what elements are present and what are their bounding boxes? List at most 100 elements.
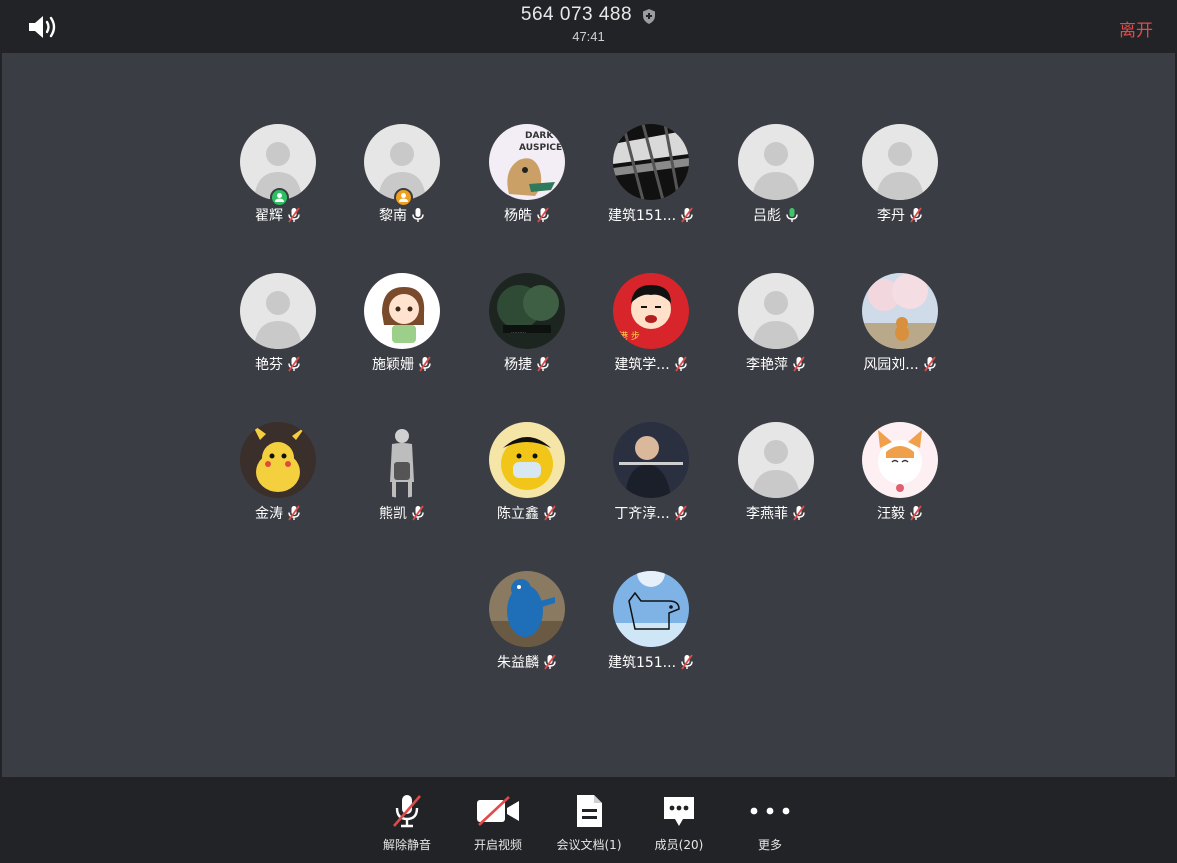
participant-tile[interactable]: 施颖姗: [342, 273, 462, 403]
toolbar-label: 解除静音: [382, 838, 431, 852]
mic-muted-icon: [792, 505, 806, 521]
avatar[interactable]: [613, 571, 689, 647]
participants-grid: 翟辉 黎南 DARK AUSPICE 杨皓 建筑151... 吕彪 李丹 艳芬 施颖…: [2, 53, 1175, 777]
mic-muted-icon: [543, 654, 557, 670]
avatar[interactable]: [364, 422, 440, 498]
participant-name: 杨捷: [504, 357, 532, 373]
avatar[interactable]: [738, 124, 814, 200]
avatar[interactable]: 港 步: [613, 273, 689, 349]
avatar[interactable]: [613, 124, 689, 200]
participant-name: 丁齐淳...: [614, 506, 670, 522]
avatar[interactable]: [862, 422, 938, 498]
mic-muted-icon: [287, 505, 301, 521]
avatar[interactable]: [862, 273, 938, 349]
more-button[interactable]: 更多: [725, 792, 815, 853]
participant-name: 陈立鑫: [497, 506, 539, 522]
participant-tile[interactable]: 汪毅: [840, 422, 960, 552]
participant-name: 李艳萍: [746, 357, 788, 373]
meeting-id[interactable]: 564 073 488: [521, 4, 632, 26]
avatar[interactable]: [738, 422, 814, 498]
leave-button[interactable]: 离开: [1119, 16, 1153, 41]
top-bar: 564 073 488 47:41 离开: [0, 0, 1177, 53]
participant-name: 吕彪: [753, 208, 781, 224]
participant-tile[interactable]: 陈立鑫: [467, 422, 587, 552]
participant-tile[interactable]: 风园刘...: [840, 273, 960, 403]
participant-tile[interactable]: 朱益麟: [467, 571, 587, 701]
avatar[interactable]: [240, 422, 316, 498]
mic-speaking-icon: [785, 207, 799, 223]
mic-muted-icon: [418, 356, 432, 372]
avatar[interactable]: [240, 273, 316, 349]
document-icon: [544, 792, 634, 830]
svg-text:………: ………: [511, 329, 526, 335]
participant-name: 汪毅: [877, 506, 905, 522]
participant-name: 建筑151...: [607, 208, 677, 224]
avatar[interactable]: DARK AUSPICE: [489, 124, 565, 200]
participant-tile[interactable]: 熊凯: [342, 422, 462, 552]
participant-tile[interactable]: 翟辉: [218, 124, 338, 254]
participant-name: 建筑学...: [614, 357, 670, 373]
participant-name: 朱益麟: [497, 655, 539, 671]
participant-tile[interactable]: 李艳萍: [716, 273, 836, 403]
mic-off-icon: [362, 792, 452, 830]
participant-name-row: 李艳萍: [716, 354, 836, 374]
mic-on-icon: [411, 207, 425, 223]
mic-muted-icon: [411, 505, 425, 521]
avatar[interactable]: [364, 273, 440, 349]
toolbar-label: 会议文档(1): [556, 838, 622, 852]
toolbar-label: 开启视频: [473, 838, 522, 852]
participant-name-row: 风园刘...: [840, 354, 960, 374]
mic-muted-icon: [287, 207, 301, 223]
unmute-button[interactable]: 解除静音: [362, 792, 452, 853]
participant-name: 艳芬: [255, 357, 283, 373]
participant-tile[interactable]: DARK AUSPICE 杨皓: [467, 124, 587, 254]
more-dots-icon: [725, 792, 815, 830]
avatar[interactable]: [489, 422, 565, 498]
participant-name: 建筑151...: [607, 655, 677, 671]
participant-name-row: 艳芬: [218, 354, 338, 374]
mic-muted-icon: [923, 356, 937, 372]
participant-name-row: 熊凯: [342, 503, 462, 523]
avatar[interactable]: [489, 571, 565, 647]
svg-text:DARK: DARK: [525, 131, 554, 141]
avatar[interactable]: [613, 422, 689, 498]
bottom-toolbar: 解除静音 开启视频 会议文档(1) 成员(20) 更多: [0, 777, 1177, 863]
meeting-info: 564 073 488 47:41: [0, 4, 1177, 44]
participant-tile[interactable]: 吕彪: [716, 124, 836, 254]
participant-name: 李燕菲: [746, 506, 788, 522]
participant-name: 施颖姗: [372, 357, 414, 373]
start-video-button[interactable]: 开启视频: [453, 792, 543, 853]
participant-name-row: 朱益麟: [467, 652, 587, 672]
avatar[interactable]: ………: [489, 273, 565, 349]
participant-name-row: 建筑151...: [591, 205, 711, 225]
participant-tile[interactable]: 李燕菲: [716, 422, 836, 552]
participant-name: 李丹: [877, 208, 905, 224]
meeting-timer: 47:41: [572, 29, 605, 44]
svg-text:AUSPICE: AUSPICE: [519, 143, 562, 153]
mic-muted-icon: [536, 356, 550, 372]
video-off-icon: [453, 792, 543, 830]
participant-tile[interactable]: 丁齐淳...: [591, 422, 711, 552]
participant-tile[interactable]: 港 步建筑学...: [591, 273, 711, 403]
members-button[interactable]: 成员(20): [634, 792, 724, 853]
participant-tile[interactable]: 建筑151...: [591, 124, 711, 254]
meeting-docs-button[interactable]: 会议文档(1): [544, 792, 634, 853]
participant-tile[interactable]: 李丹: [840, 124, 960, 254]
participant-name-row: 杨捷: [467, 354, 587, 374]
participant-tile[interactable]: 艳芬: [218, 273, 338, 403]
participant-name-row: 黎南: [342, 205, 462, 225]
avatar[interactable]: [862, 124, 938, 200]
participant-name-row: 吕彪: [716, 205, 836, 225]
shield-icon[interactable]: [642, 8, 656, 24]
svg-text:港 步: 港 步: [619, 330, 640, 342]
participant-name: 翟辉: [255, 208, 283, 224]
participant-tile[interactable]: 建筑151...: [591, 571, 711, 701]
participant-tile[interactable]: 金涛: [218, 422, 338, 552]
mic-muted-icon: [909, 207, 923, 223]
avatar[interactable]: [738, 273, 814, 349]
participant-tile[interactable]: ……… 杨捷: [467, 273, 587, 403]
toolbar-label: 成员(20): [654, 838, 704, 852]
toolbar-label: 更多: [757, 838, 782, 852]
participant-name: 熊凯: [379, 506, 407, 522]
participant-tile[interactable]: 黎南: [342, 124, 462, 254]
